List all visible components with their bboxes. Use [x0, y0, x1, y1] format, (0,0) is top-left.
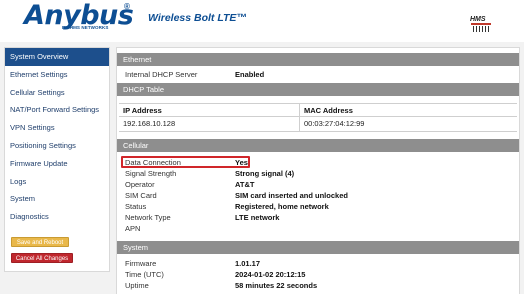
table-row: 192.168.10.128 00:03:27:04:12:99 [119, 117, 517, 132]
sidebar-item-diagnostics[interactable]: Diagnostics [5, 208, 109, 226]
field-value: Strong signal (4) [235, 169, 295, 178]
field-label: Network Type [125, 213, 171, 222]
field-value: 58 minutes 22 seconds [235, 281, 318, 290]
cell-mac-address: 00:03:27:04:12:99 [299, 117, 364, 131]
field-value: AT&T [235, 180, 255, 189]
field-label: Uptime [125, 281, 149, 290]
table-header-row: IP Address MAC Address [119, 103, 517, 117]
field-label: Time (UTC) [125, 270, 164, 279]
field-value: LTE network [235, 213, 280, 222]
section-header-system: System [117, 241, 519, 254]
sidebar-item-logs[interactable]: Logs [5, 173, 109, 191]
column-header-ip-address: IP Address [123, 106, 162, 115]
hms-logo-bar [471, 23, 491, 25]
hms-logo: HMS [470, 14, 492, 34]
sidebar-nav: System Overview Ethernet Settings Cellul… [4, 47, 110, 272]
sidebar-item-cellular-settings[interactable]: Cellular Settings [5, 84, 109, 102]
section-header-cellular: Cellular [117, 139, 519, 152]
save-and-reboot-button[interactable]: Save and Reboot [11, 237, 69, 247]
hms-logo-icon [473, 26, 489, 32]
app-header: Anybus ® BY HMS NETWORKS Wireless Bolt L… [0, 0, 524, 42]
sidebar-item-vpn-settings[interactable]: VPN Settings [5, 119, 109, 137]
field-value: Enabled [235, 70, 265, 79]
sidebar-item-system-overview[interactable]: System Overview [5, 48, 109, 66]
sidebar-item-system[interactable]: System [5, 190, 109, 208]
field-value: 2024-01-02 20:12:15 [235, 270, 306, 279]
field-label: Status [125, 202, 147, 211]
field-value: Yes [235, 158, 248, 167]
column-header-mac-address: MAC Address [299, 104, 353, 116]
sidebar-item-ethernet-settings[interactable]: Ethernet Settings [5, 66, 109, 84]
cancel-all-changes-button[interactable]: Cancel All Changes [11, 253, 73, 263]
field-value: SIM card inserted and unlocked [235, 191, 348, 200]
field-value: 1.01.17 [235, 259, 261, 268]
section-header-dhcp-table: DHCP Table [117, 83, 519, 96]
cell-ip-address: 192.168.10.128 [123, 119, 176, 128]
sidebar-item-nat-port-forward-settings[interactable]: NAT/Port Forward Settings [5, 101, 109, 119]
field-label: Operator [125, 180, 155, 189]
hms-wordmark: HMS [470, 16, 486, 23]
logo-subtitle: BY HMS NETWORKS [62, 25, 109, 30]
section-header-ethernet: Ethernet [117, 53, 519, 66]
field-value: Registered, home network [235, 202, 329, 211]
main-panel: Ethernet Internal DHCP Server Enabled DH… [116, 47, 520, 294]
field-label: Signal Strength [125, 169, 177, 178]
field-label: APN [125, 224, 141, 233]
sidebar-item-positioning-settings[interactable]: Positioning Settings [5, 137, 109, 155]
field-label: Data Connection [125, 158, 181, 167]
product-title: Wireless Bolt LTE™ [148, 12, 247, 24]
logo-registered-mark: ® [124, 2, 130, 11]
field-label: SIM Card [125, 191, 157, 200]
field-label: Internal DHCP Server [125, 70, 198, 79]
sidebar-item-firmware-update[interactable]: Firmware Update [5, 155, 109, 173]
field-label: Firmware [125, 259, 157, 268]
